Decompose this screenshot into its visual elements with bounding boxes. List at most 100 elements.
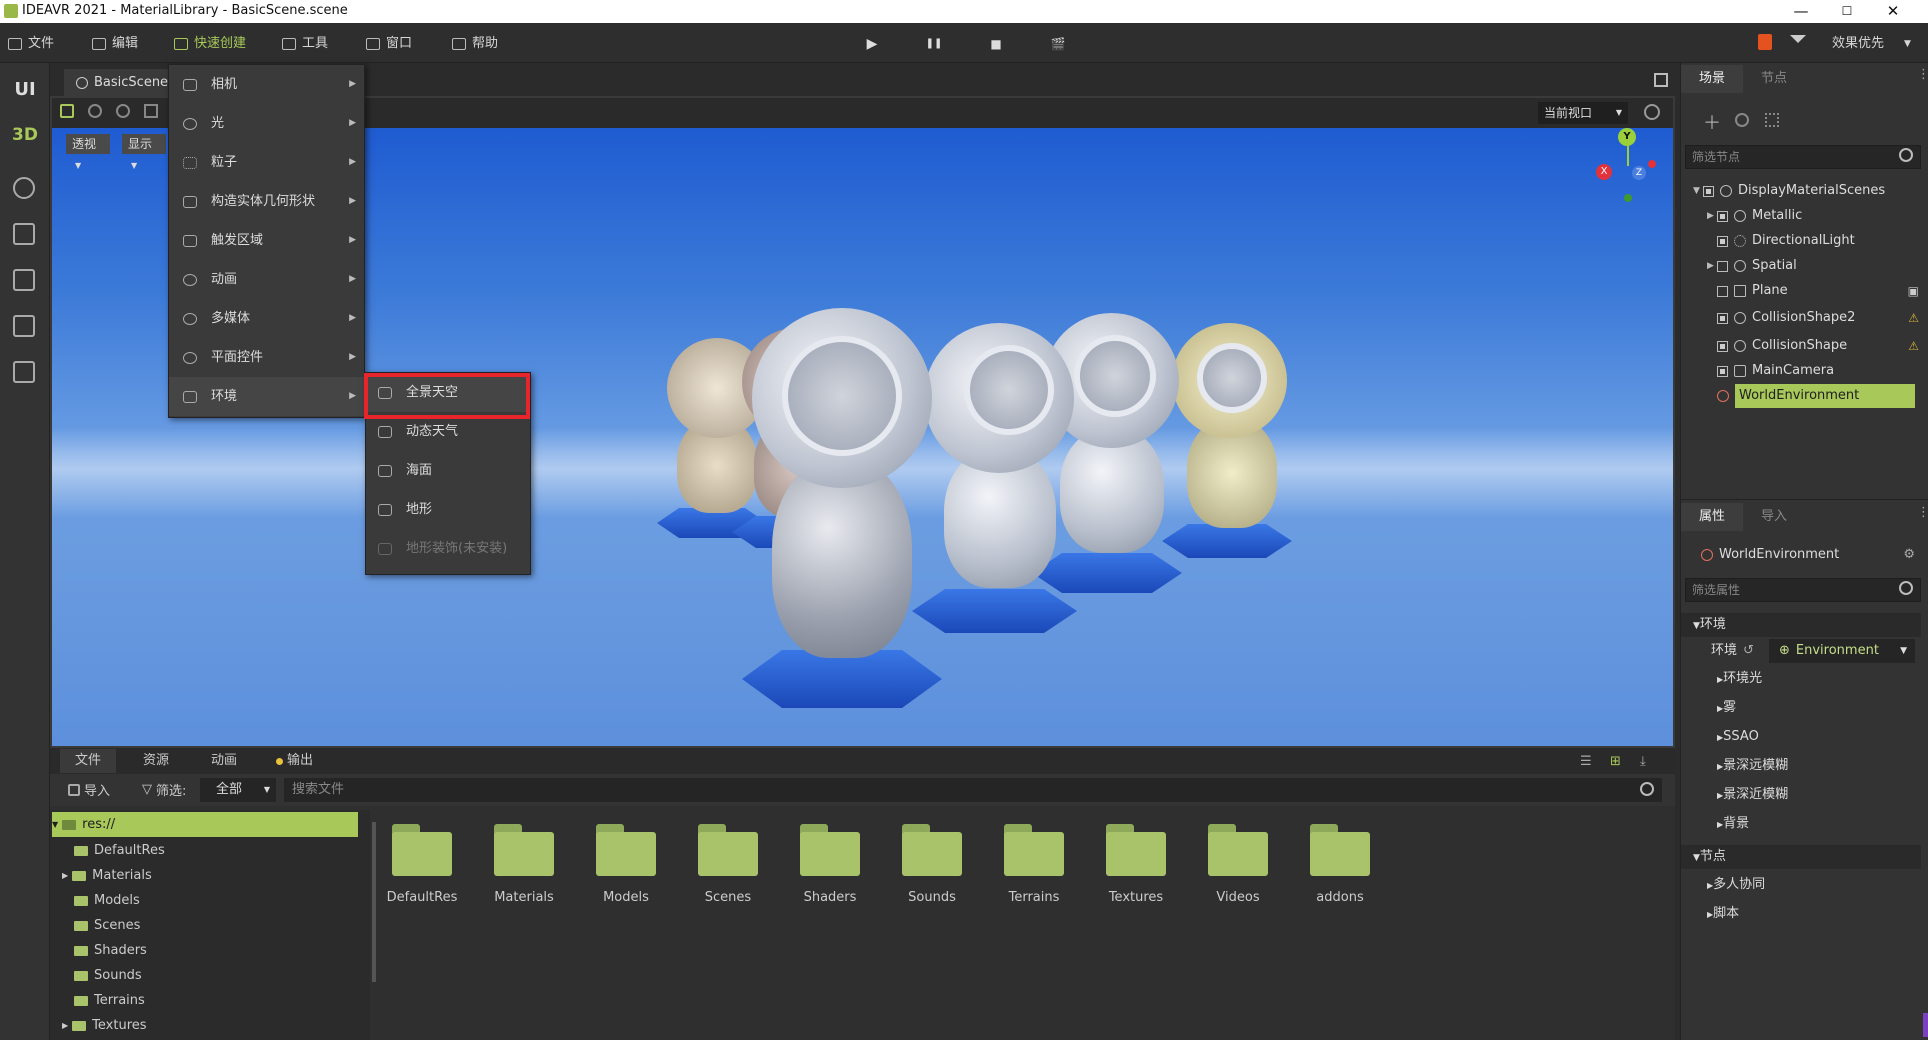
viewport-settings-gear-icon[interactable] xyxy=(1644,104,1660,120)
folder-item[interactable]: Scenes xyxy=(688,824,768,905)
tab-files[interactable]: 文件 xyxy=(60,749,116,773)
import-button[interactable]: 导入 xyxy=(68,780,110,799)
gizmo-x-handle[interactable]: X xyxy=(1596,164,1612,180)
folder-item[interactable]: addons xyxy=(1300,824,1380,905)
subsection-ambient-light[interactable]: ▶环境光 xyxy=(1681,667,1928,691)
folder-row[interactable]: DefaultRes xyxy=(74,838,165,863)
subsection-background[interactable]: ▶背景 xyxy=(1681,812,1928,836)
grid-view-icon[interactable]: ⊞ xyxy=(1610,754,1621,769)
menu-item-terrain[interactable]: 地形 xyxy=(366,490,530,529)
folder-item[interactable]: Materials xyxy=(484,824,564,905)
filter-dropdown[interactable]: 全部 ▼ xyxy=(200,778,276,802)
subsection-dof-far[interactable]: ▶景深远模糊 xyxy=(1681,754,1928,778)
filter-properties-input[interactable]: 筛选属性 xyxy=(1685,578,1921,602)
tree-root[interactable]: ▼ res:// xyxy=(52,812,358,837)
subsection-fog[interactable]: ▶雾 xyxy=(1681,696,1928,720)
node-tool-icon[interactable] xyxy=(1765,113,1779,127)
tree-node-selected[interactable]: WorldEnvironment xyxy=(1681,384,1928,408)
menu-item-camera[interactable]: 相机 ▶ xyxy=(169,65,364,104)
stop-button[interactable]: ■ xyxy=(984,33,1008,55)
folder-row[interactable]: Terrains xyxy=(74,988,145,1013)
current-view-dropdown[interactable]: 当前视口 ▼ xyxy=(1538,102,1628,124)
tree-node[interactable]: ▶ Spatial xyxy=(1681,254,1928,278)
folder-item[interactable]: Videos xyxy=(1198,824,1278,905)
folder-item[interactable]: Sounds xyxy=(892,824,972,905)
link-icon[interactable] xyxy=(1735,113,1749,127)
filter-nodes-input[interactable]: 筛选节点 xyxy=(1685,145,1921,169)
environment-resource-field[interactable]: ⊕ Environment ▼ xyxy=(1769,639,1915,663)
pause-button[interactable]: ❚❚ xyxy=(922,33,946,55)
menu-help[interactable]: 帮助 xyxy=(452,33,498,55)
tab-output[interactable]: 输出 xyxy=(276,749,332,773)
tab-animation[interactable]: 动画 xyxy=(196,749,252,773)
node-options-icon[interactable]: ⚙ xyxy=(1903,543,1915,567)
quality-dropdown[interactable]: 效果优先 ▼ xyxy=(1832,33,1911,55)
tree-node[interactable]: ▶ Metallic xyxy=(1681,204,1928,228)
visibility-checkbox[interactable] xyxy=(1703,185,1714,197)
ui-mode-button[interactable]: UI xyxy=(0,79,50,100)
graduation-cap-icon[interactable] xyxy=(1790,35,1806,47)
menu-item-plane-controls[interactable]: 平面控件 ▶ xyxy=(169,338,364,377)
tab-properties[interactable]: 属性 xyxy=(1681,503,1743,531)
more-icon[interactable]: ⋮ xyxy=(1917,505,1928,520)
visibility-checkbox[interactable] xyxy=(1717,312,1728,324)
more-icon[interactable]: ⋮ xyxy=(1917,67,1928,82)
rotate-tool-icon[interactable] xyxy=(116,104,130,118)
tree-node[interactable]: CollisionShape2 ⚠ xyxy=(1681,306,1928,330)
list-view-icon[interactable]: ☰ xyxy=(1580,754,1592,769)
reset-icon[interactable]: ↺ xyxy=(1743,643,1754,658)
download-icon[interactable]: ⤓ xyxy=(1640,754,1646,769)
gizmo-z-handle[interactable]: Z xyxy=(1632,166,1646,180)
menu-item-particles[interactable]: 粒子 ▶ xyxy=(169,143,364,182)
tree-scrollbar[interactable] xyxy=(372,822,376,982)
path-tool-icon[interactable] xyxy=(13,177,35,199)
menu-item-trigger-area[interactable]: 触发区域 ▶ xyxy=(169,221,364,260)
fullscreen-icon[interactable] xyxy=(1654,73,1668,87)
material-figure[interactable] xyxy=(742,308,942,708)
menu-item-environment[interactable]: 环境 ▶ xyxy=(169,377,364,416)
menu-file[interactable]: 文件 xyxy=(8,33,54,55)
tree-node[interactable]: DirectionalLight xyxy=(1681,229,1928,253)
subsection-dof-near[interactable]: ▶景深近模糊 xyxy=(1681,783,1928,807)
folder-item[interactable]: DefaultRes xyxy=(382,824,462,905)
tab-import[interactable]: 导入 xyxy=(1743,503,1805,531)
visibility-checkbox[interactable] xyxy=(1717,235,1728,247)
warning-icon[interactable]: ⚠ xyxy=(1908,306,1919,330)
menu-item-light[interactable]: 光 ▶ xyxy=(169,104,364,143)
perspective-dropdown[interactable]: 透视▼ xyxy=(66,134,110,170)
visibility-checkbox[interactable] xyxy=(1717,210,1728,222)
folder-row[interactable]: ▶ Materials xyxy=(62,863,152,888)
folder-item[interactable]: Shaders xyxy=(790,824,870,905)
menu-tools[interactable]: 工具 xyxy=(282,33,328,55)
close-button[interactable]: ✕ xyxy=(1870,0,1916,23)
folder-item[interactable]: Textures xyxy=(1096,824,1176,905)
subsection-ssao[interactable]: ▶SSAO xyxy=(1681,725,1928,749)
html5-icon[interactable] xyxy=(1758,34,1772,50)
folder-row[interactable]: Models xyxy=(74,888,140,913)
select-tool-icon[interactable] xyxy=(60,104,74,118)
folder-row[interactable]: ▶ Textures xyxy=(62,1013,147,1038)
subsection-multiplayer[interactable]: ▶多人协同 xyxy=(1681,873,1928,897)
menu-item-sea-surface[interactable]: 海面 xyxy=(366,451,530,490)
visibility-checkbox[interactable] xyxy=(1717,365,1728,377)
search-files-input[interactable]: 搜索文件 xyxy=(284,778,1662,802)
folder-row[interactable]: Scenes xyxy=(74,913,140,938)
export-icon[interactable] xyxy=(13,315,35,337)
play-button[interactable]: ▶ xyxy=(860,33,884,55)
tab-resources[interactable]: 资源 xyxy=(128,749,184,773)
section-environment[interactable]: ▼环境 xyxy=(1681,613,1921,637)
minimize-button[interactable]: — xyxy=(1778,0,1824,23)
menu-window[interactable]: 窗口 xyxy=(366,33,412,55)
tree-node[interactable]: CollisionShape ⚠ xyxy=(1681,334,1928,358)
scale-tool-icon[interactable] xyxy=(144,104,158,118)
movie-maker-button[interactable]: 🎬 xyxy=(1046,33,1070,55)
menu-item-multimedia[interactable]: 多媒体 ▶ xyxy=(169,299,364,338)
folder-row[interactable]: Shaders xyxy=(74,938,147,963)
subsection-script[interactable]: ▶脚本 xyxy=(1681,902,1928,926)
tree-node[interactable]: ▼ DisplayMaterialScenes xyxy=(1681,179,1928,203)
3d-mode-button[interactable]: 3D xyxy=(0,125,50,145)
menu-quick-create[interactable]: 快速创建 xyxy=(174,33,246,55)
tab-node[interactable]: 节点 xyxy=(1743,65,1805,93)
visibility-checkbox[interactable] xyxy=(1717,260,1728,272)
gizmo-y-handle[interactable]: Y xyxy=(1618,128,1636,146)
